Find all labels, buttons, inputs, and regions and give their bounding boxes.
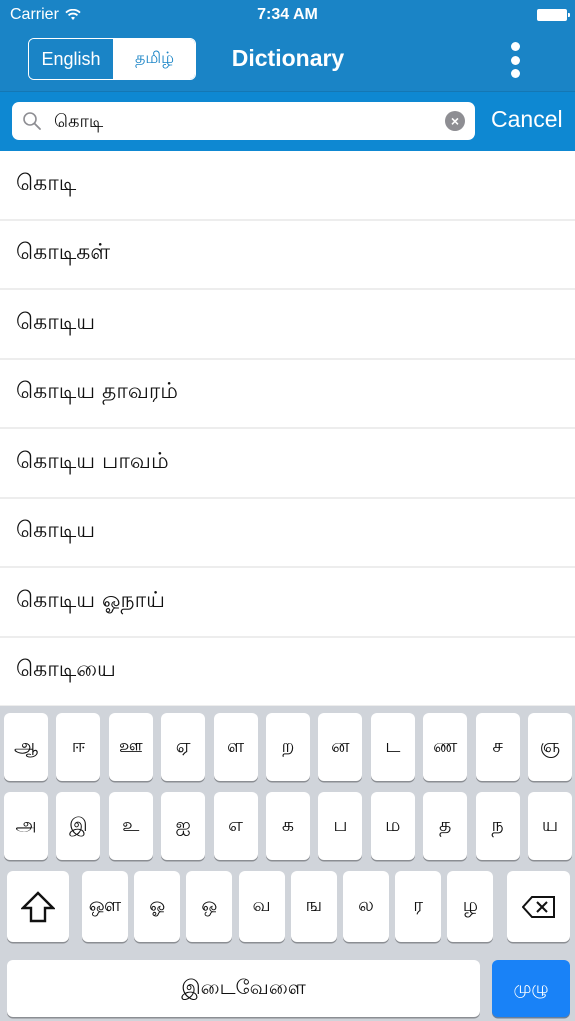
- keyboard: இடைவேளை முழு ஆஈஊஏளறனடணசஞ அஇஉஐஎகபமதநய ஔஓஒவங…: [0, 706, 575, 1021]
- status-bar: Carrier 7:34 AM: [0, 0, 575, 32]
- key-row3-1[interactable]: ஓ: [134, 871, 181, 942]
- key-row2-7[interactable]: ம: [370, 792, 415, 860]
- battery-icon: [537, 9, 570, 21]
- key-row2-2[interactable]: உ: [108, 792, 153, 860]
- key-row3-3[interactable]: வ: [238, 871, 285, 942]
- search-input[interactable]: [52, 107, 436, 137]
- navigation-bar: Carrier 7:34 AM English தமிழ் Dictionary: [0, 0, 575, 91]
- results-list: கொடி கொடிகள் கொடிய கொடிய தாவரம் கொடிய பா…: [0, 151, 575, 707]
- list-item[interactable]: கொடிய பாவம்: [0, 429, 575, 499]
- language-option-tamil[interactable]: தமிழ்: [114, 39, 195, 79]
- key-row2-9[interactable]: ந: [475, 792, 520, 860]
- list-item[interactable]: கொடியை: [0, 638, 575, 707]
- key-row2-4[interactable]: எ: [213, 792, 258, 860]
- key-row1-4[interactable]: ள: [213, 713, 258, 781]
- key-row2-0[interactable]: அ: [4, 792, 48, 860]
- cancel-button[interactable]: Cancel: [491, 106, 563, 133]
- key-row1-9[interactable]: ச: [475, 713, 520, 781]
- key-row3-7[interactable]: ழ: [447, 871, 494, 942]
- key-row3-2[interactable]: ஒ: [186, 871, 233, 942]
- status-time: 7:34 AM: [257, 6, 318, 23]
- list-item[interactable]: கொடிய: [0, 290, 575, 360]
- backspace-icon: [521, 895, 555, 918]
- space-key[interactable]: இடைவேளை: [7, 960, 480, 1017]
- key-row2-1[interactable]: இ: [56, 792, 101, 860]
- key-row3-0[interactable]: ஔ: [82, 871, 128, 942]
- key-row3-5[interactable]: ல: [343, 871, 389, 942]
- key-row1-6[interactable]: ன: [318, 713, 363, 781]
- search-icon: [23, 112, 41, 130]
- key-row1-5[interactable]: ற: [266, 713, 310, 781]
- key-row2-8[interactable]: த: [423, 792, 468, 860]
- list-item[interactable]: கொடிய: [0, 499, 575, 568]
- shift-icon: [21, 890, 55, 922]
- list-item[interactable]: கொடிய தாவரம்: [0, 360, 575, 429]
- key-row2-6[interactable]: ப: [318, 792, 363, 860]
- search-bar: × Cancel: [0, 91, 575, 152]
- search-field[interactable]: ×: [12, 102, 475, 140]
- key-row2-3[interactable]: ஐ: [161, 792, 206, 860]
- clear-icon[interactable]: ×: [445, 111, 465, 131]
- key-row2-5[interactable]: க: [266, 792, 310, 860]
- key-row1-7[interactable]: ட: [370, 713, 415, 781]
- shift-key[interactable]: [7, 871, 69, 942]
- return-key[interactable]: முழு: [492, 960, 570, 1017]
- key-row3-4[interactable]: ங: [290, 871, 337, 942]
- key-row1-10[interactable]: ஞ: [528, 713, 572, 781]
- list-item[interactable]: கொடிகள்: [0, 221, 575, 290]
- language-toggle[interactable]: English தமிழ்: [28, 38, 196, 80]
- key-row2-10[interactable]: ய: [528, 792, 572, 860]
- key-row1-2[interactable]: ஊ: [108, 713, 153, 781]
- backspace-key[interactable]: [507, 871, 570, 942]
- list-item[interactable]: கொடி: [0, 151, 575, 221]
- key-row1-0[interactable]: ஆ: [4, 713, 48, 781]
- key-row1-1[interactable]: ஈ: [56, 713, 101, 781]
- page-title: Dictionary: [231, 45, 345, 71]
- more-vertical-icon[interactable]: [502, 42, 528, 78]
- language-option-english[interactable]: English: [29, 39, 114, 79]
- key-row3-6[interactable]: ர: [395, 871, 442, 942]
- key-row1-3[interactable]: ஏ: [161, 713, 206, 781]
- key-row1-8[interactable]: ண: [423, 713, 468, 781]
- list-item[interactable]: கொடிய ஓநாய்: [0, 568, 575, 638]
